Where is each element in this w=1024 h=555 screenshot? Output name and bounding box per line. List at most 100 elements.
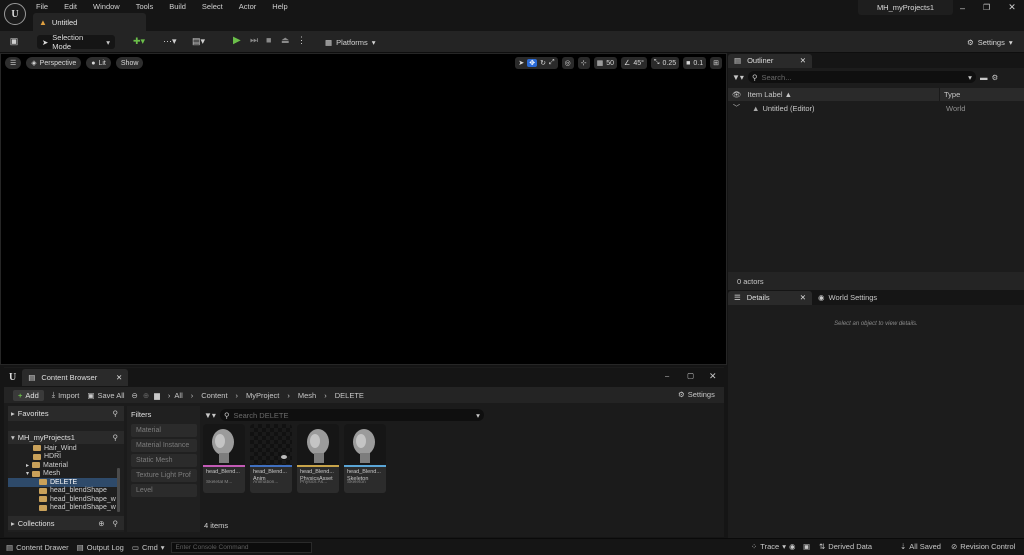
column-item-label[interactable]: Item Label ▲	[748, 90, 793, 99]
expand-icon[interactable]: ﹀	[733, 103, 740, 113]
search-icon[interactable]: ⚲	[113, 409, 119, 418]
play-icon[interactable]: ▶	[233, 35, 241, 46]
level-tab[interactable]: ▲ Untitled	[33, 13, 146, 31]
tree-item-head-blendshape-w2[interactable]: head_blendShape_w	[8, 504, 118, 513]
derived-data-button[interactable]: ⇅ Derived Data	[819, 542, 872, 551]
perspective-button[interactable]: ◈ Perspective	[26, 57, 82, 69]
close-icon[interactable]: ✕	[800, 293, 806, 302]
add-collection-icon[interactable]: ⊕	[98, 519, 104, 528]
camera-speed-button[interactable]: ■ 0.1	[683, 57, 707, 69]
menu-edit[interactable]: Edit	[64, 2, 77, 11]
grid-snap-button[interactable]: ▦ 50	[593, 57, 618, 69]
close-icon[interactable]: ✕	[800, 56, 806, 65]
asset-tile-animation[interactable]: head_Blend... Anim Animation...	[250, 424, 292, 493]
console-input[interactable]: Enter Console Command	[170, 541, 312, 553]
menu-build[interactable]: Build	[169, 2, 186, 11]
asset-search-input[interactable]: ⚲ Search DELETE ▾	[219, 409, 484, 421]
cinematics-icon[interactable]: ▤▾	[192, 36, 205, 47]
mode-icon[interactable]: ⋯▾	[163, 36, 177, 47]
tree-item-hair-wind[interactable]: Hair_Wind	[8, 444, 118, 453]
forward-icon[interactable]: ⊕	[143, 391, 149, 400]
level-viewport[interactable]: ☰ ◈ Perspective ● Lit Show ➤ ✥ ↻ ⤢ ◎ ⊹ ▦ 50…	[0, 53, 727, 365]
asset-tile-skeleton[interactable]: head_Blend... Skeleton Skeleton	[344, 424, 386, 493]
close-icon[interactable]: ✕	[116, 373, 122, 382]
breadcrumb-delete[interactable]: DELETE	[335, 391, 364, 400]
column-type[interactable]: Type	[939, 88, 960, 101]
eject-icon[interactable]: ⏏	[281, 35, 290, 46]
filter-texture-light-profile[interactable]: Texture Light Prof	[131, 469, 197, 482]
breadcrumb-mesh[interactable]: Mesh	[298, 391, 316, 400]
tree-item-mesh[interactable]: ▾ Mesh	[8, 470, 118, 479]
select-tool-icon[interactable]: ➤	[518, 59, 524, 67]
save-icon[interactable]: ▣	[9, 36, 19, 46]
filter-static-mesh[interactable]: Static Mesh	[131, 454, 197, 467]
add-folder-icon[interactable]: ▬	[980, 73, 988, 82]
menu-help[interactable]: Help	[272, 2, 287, 11]
search-icon[interactable]: ⚲	[113, 433, 119, 442]
visibility-icon[interactable]: 👁	[732, 90, 742, 99]
minimize-icon[interactable]: –	[960, 3, 965, 13]
filter-icon[interactable]: ▼▾	[732, 73, 744, 82]
settings-gear-icon[interactable]: ⚙	[991, 73, 998, 82]
minimize-icon[interactable]: –	[665, 371, 669, 380]
settings-dropdown[interactable]: ⚙ Settings ▾	[962, 35, 1018, 49]
output-log-button[interactable]: ▤ Output Log	[77, 543, 124, 552]
breadcrumb-content[interactable]: Content	[201, 391, 227, 400]
outliner-row[interactable]: ﹀ ▲ Untitled (Editor) World	[728, 102, 1024, 114]
filter-material-instance[interactable]: Material Instance	[131, 439, 197, 452]
show-button[interactable]: Show	[115, 57, 144, 69]
expand-icon[interactable]: ▸	[26, 462, 29, 469]
asset-tile-physics-asset[interactable]: head_Blend... PhysicsAsset Physics As...	[297, 424, 339, 493]
maximize-icon[interactable]: ❐	[983, 3, 990, 12]
outliner-tab[interactable]: ▤ Outliner ✕	[728, 53, 812, 68]
cb-settings-button[interactable]: ⚙ Settings	[678, 390, 715, 399]
add-button[interactable]: + Add	[13, 389, 44, 401]
menu-file[interactable]: File	[36, 2, 48, 11]
expand-icon[interactable]: ▾	[26, 470, 29, 477]
camera-capture-icon[interactable]: ▣	[803, 542, 810, 551]
more-options-icon[interactable]: ⋮	[297, 35, 306, 46]
trace-button[interactable]: ⁘ Trace ▾	[751, 542, 786, 551]
platforms-dropdown[interactable]: ▦ Platforms ▾	[320, 35, 381, 49]
project-root-header[interactable]: ▾ MH_myProjects1 ⚲	[8, 431, 124, 444]
close-icon[interactable]: ✕	[709, 371, 717, 382]
menu-actor[interactable]: Actor	[239, 2, 257, 11]
scale-snap-button[interactable]: ⤡ 0.25	[650, 57, 680, 69]
tree-item-head-blendshape[interactable]: head_blendShape	[8, 487, 118, 496]
import-button[interactable]: ⤓ Import	[52, 390, 80, 400]
add-actor-icon[interactable]: ✚▾	[133, 36, 145, 47]
cmd-dropdown[interactable]: ▭ Cmd ▾	[132, 543, 165, 552]
tree-item-hdri[interactable]: HDRI	[8, 453, 118, 462]
menu-window[interactable]: Window	[93, 2, 120, 11]
save-all-button[interactable]: ▣ Save All	[87, 391, 124, 400]
lit-button[interactable]: ● Lit	[86, 57, 111, 69]
tree-item-head-blendshape-w[interactable]: head_blendShape_w	[8, 495, 118, 504]
viewport-layout-icon[interactable]: ⊞	[710, 57, 722, 69]
menu-select[interactable]: Select	[202, 2, 223, 11]
close-icon[interactable]: ✕	[1008, 2, 1016, 13]
step-icon[interactable]: ⏭	[250, 35, 258, 46]
content-drawer-button[interactable]: ▤ Content Drawer	[6, 543, 69, 552]
revision-control-button[interactable]: ⊘ Revision Control	[951, 542, 1015, 551]
asset-tile-skeletal-mesh[interactable]: head_Blend... Skeletal M...	[203, 424, 245, 493]
search-icon[interactable]: ⚲	[113, 519, 119, 528]
surface-snap-icon[interactable]: ⊹	[577, 57, 590, 69]
tree-item-delete[interactable]: DELETE	[8, 478, 118, 487]
rotate-tool-icon[interactable]: ↻	[540, 59, 546, 67]
world-local-icon[interactable]: ◎	[561, 57, 574, 69]
filter-level[interactable]: Level	[131, 484, 197, 497]
scale-tool-icon[interactable]: ⤢	[549, 59, 555, 67]
filter-material[interactable]: Material	[131, 424, 197, 437]
details-tab[interactable]: ☰ Details ✕	[728, 290, 812, 305]
filter-icon[interactable]: ▼▾	[204, 411, 216, 420]
selection-mode-dropdown[interactable]: ➤ Selection Mode ▾	[37, 33, 115, 51]
rotation-snap-button[interactable]: ∠ 45°	[621, 57, 647, 69]
world-settings-tab[interactable]: ◉ World Settings	[812, 291, 883, 305]
collections-header[interactable]: ▸ Collections ⊕ ⚲	[8, 516, 124, 530]
breadcrumb-myproject[interactable]: MyProject	[246, 391, 279, 400]
tree-scrollbar[interactable]	[117, 468, 120, 512]
breadcrumb-all[interactable]: All	[174, 391, 182, 400]
outliner-search-input[interactable]: ⚲ Search... ▾	[747, 71, 976, 83]
tree-item-material[interactable]: ▸ Material	[8, 461, 118, 470]
move-tool-icon[interactable]: ✥	[527, 59, 538, 67]
